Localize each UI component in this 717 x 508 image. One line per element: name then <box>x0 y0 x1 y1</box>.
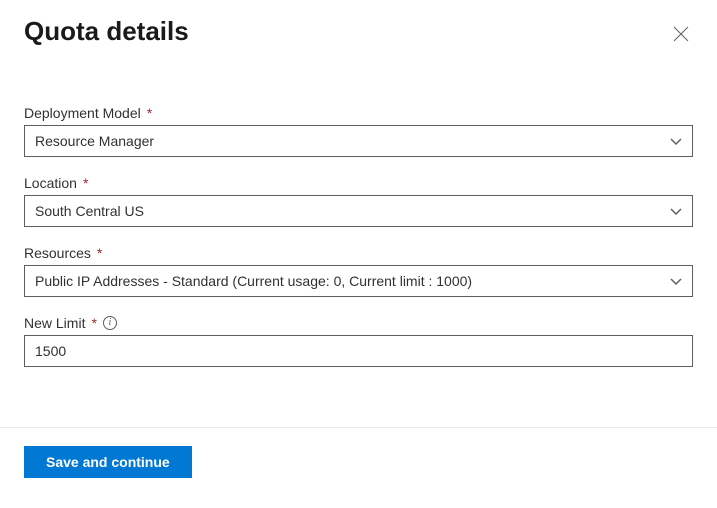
close-button[interactable] <box>669 22 693 49</box>
location-value: South Central US <box>35 203 144 219</box>
deployment-model-dropdown[interactable]: Resource Manager <box>24 125 693 157</box>
field-deployment-model: Deployment Model * Resource Manager <box>24 105 693 157</box>
resources-dropdown[interactable]: Public IP Addresses - Standard (Current … <box>24 265 693 297</box>
required-indicator: * <box>91 315 96 331</box>
location-dropdown[interactable]: South Central US <box>24 195 693 227</box>
new-limit-input[interactable] <box>24 335 693 367</box>
field-new-limit: New Limit * i <box>24 315 693 367</box>
close-icon <box>673 26 689 45</box>
field-location: Location * South Central US <box>24 175 693 227</box>
panel-title: Quota details <box>24 16 189 47</box>
save-continue-button[interactable]: Save and continue <box>24 446 192 478</box>
chevron-down-icon <box>670 273 682 289</box>
new-limit-label: New Limit * i <box>24 315 693 331</box>
deployment-model-value: Resource Manager <box>35 133 154 149</box>
divider <box>0 427 717 428</box>
required-indicator: * <box>97 245 102 261</box>
field-resources: Resources * Public IP Addresses - Standa… <box>24 245 693 297</box>
location-label: Location * <box>24 175 693 191</box>
chevron-down-icon <box>670 133 682 149</box>
deployment-model-label: Deployment Model * <box>24 105 693 121</box>
required-indicator: * <box>83 175 88 191</box>
info-icon[interactable]: i <box>103 316 117 330</box>
chevron-down-icon <box>670 203 682 219</box>
panel-header: Quota details <box>24 16 693 49</box>
resources-label: Resources * <box>24 245 693 261</box>
panel-footer: Save and continue <box>0 446 717 478</box>
required-indicator: * <box>147 105 152 121</box>
resources-value: Public IP Addresses - Standard (Current … <box>35 273 472 289</box>
